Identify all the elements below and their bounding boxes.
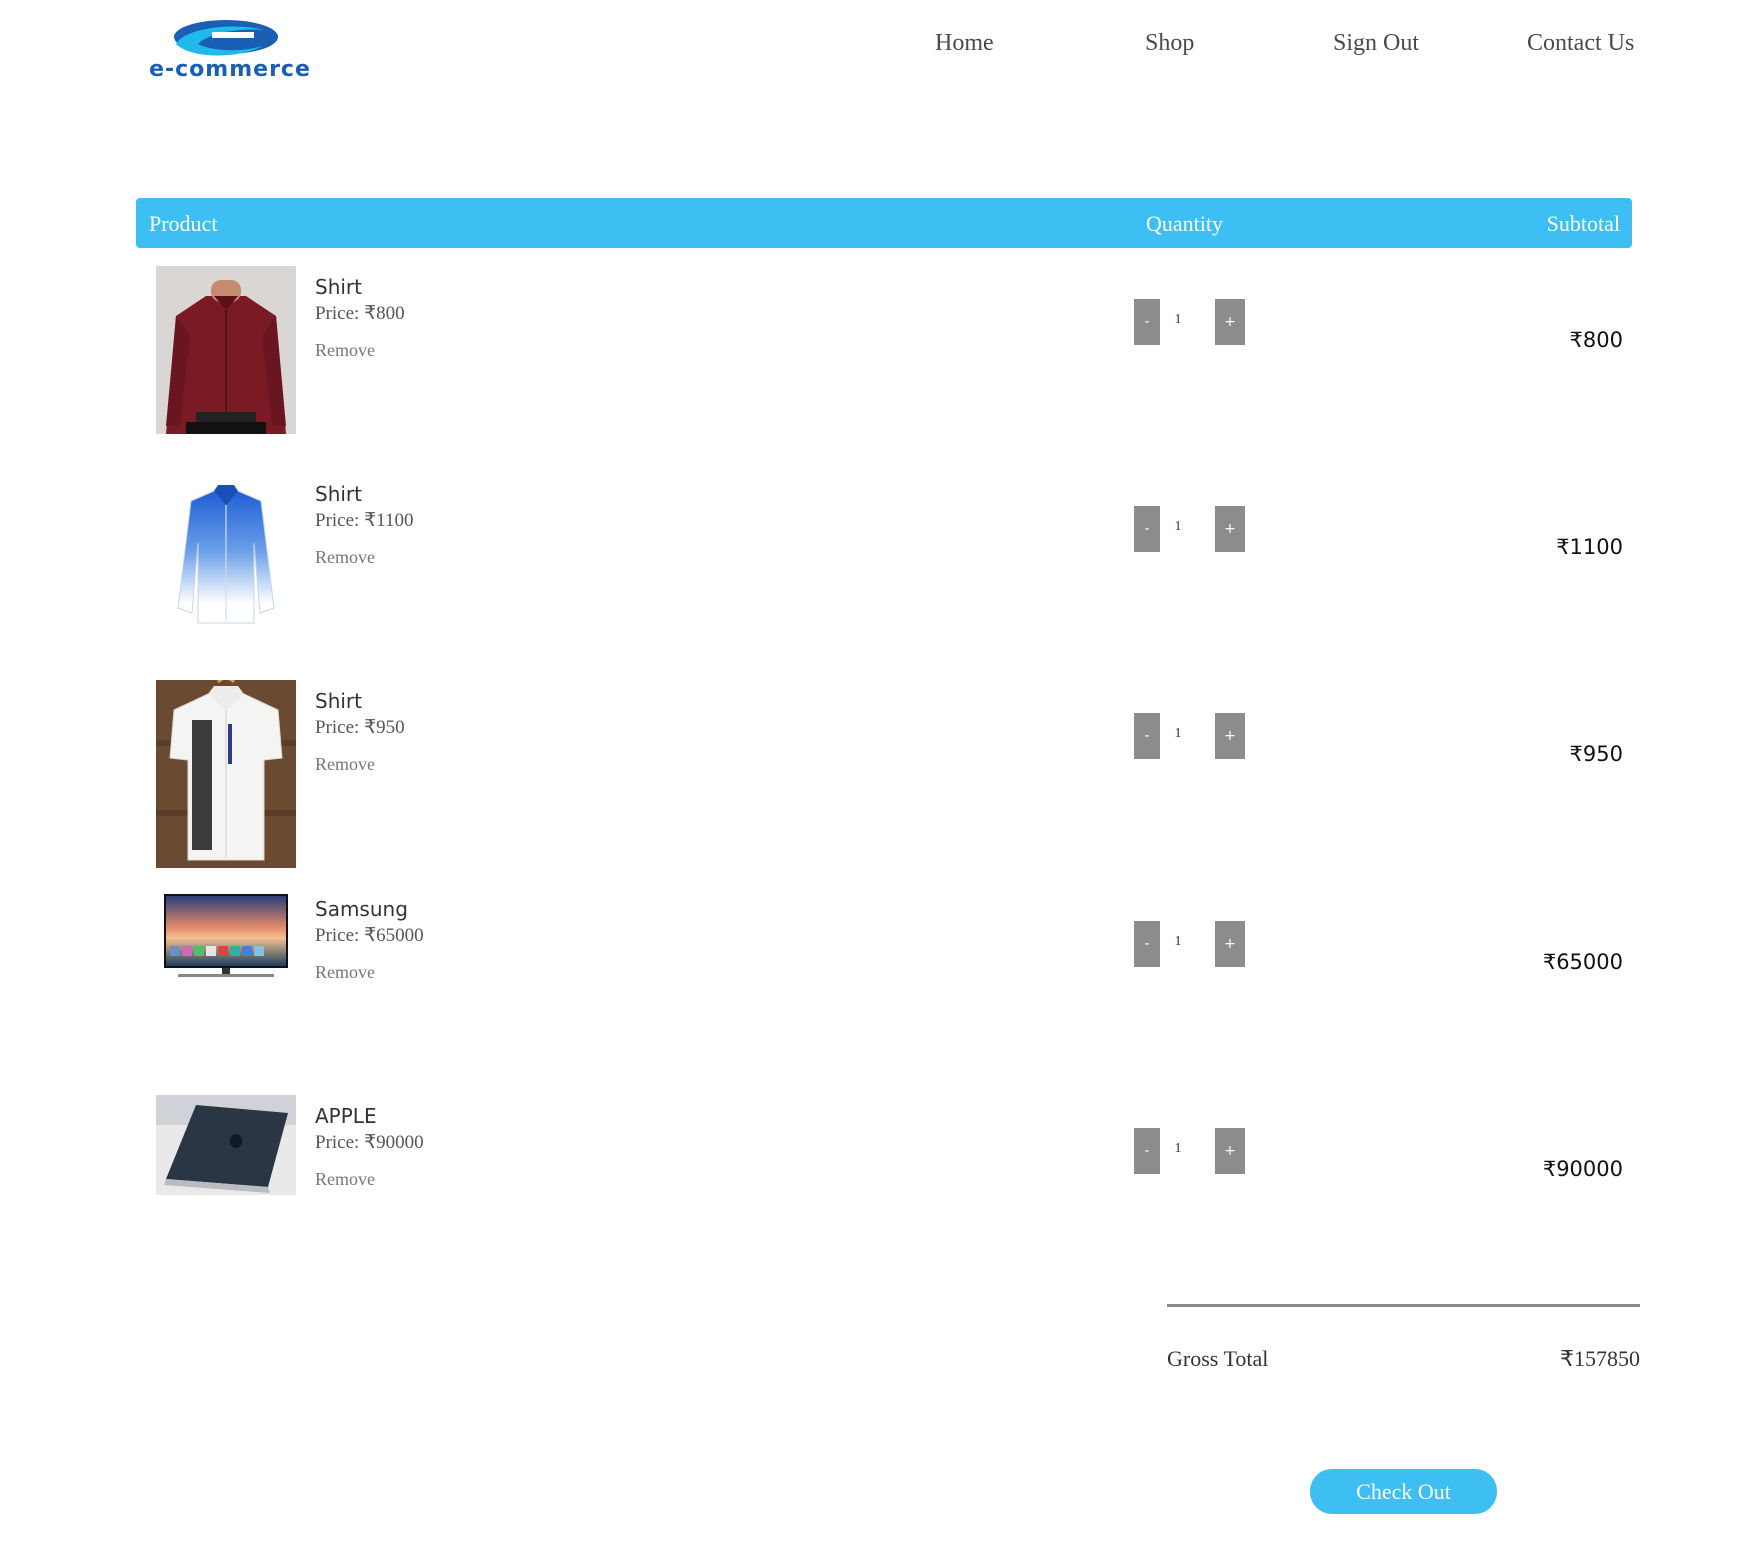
quantity-value: 1	[1174, 312, 1182, 327]
remove-link[interactable]: Remove	[315, 962, 375, 983]
product-price: Price: ₹65000	[315, 925, 424, 946]
decrease-quantity-button[interactable]: -	[1134, 921, 1160, 967]
product-name: Shirt	[315, 275, 362, 299]
increase-quantity-button[interactable]: +	[1215, 299, 1245, 345]
cart-row: APPLE Price: ₹90000 Remove - 1 + ₹90000	[0, 1095, 1755, 1295]
row-subtotal: ₹1100	[1556, 535, 1623, 559]
cart-row: Shirt Price: ₹950 Remove - 1 + ₹950	[0, 680, 1755, 880]
header-product: Product	[149, 211, 218, 236]
product-price: Price: ₹800	[315, 303, 405, 324]
gross-total-value: ₹157850	[1560, 1346, 1640, 1371]
header-subtotal: Subtotal	[1546, 211, 1620, 236]
header-quantity: Quantity	[1146, 211, 1223, 236]
product-price: Price: ₹90000	[315, 1132, 424, 1153]
quantity-value: 1	[1174, 726, 1182, 741]
remove-link[interactable]: Remove	[315, 754, 375, 775]
nav-home[interactable]: Home	[935, 30, 994, 57]
product-price: Price: ₹950	[315, 717, 405, 738]
checkout-button[interactable]: Check Out	[1310, 1469, 1497, 1514]
cart-table-header: Product Quantity Subtotal	[136, 198, 1632, 248]
decrease-quantity-button[interactable]: -	[1134, 1128, 1160, 1174]
cart-page: e-commerce Home Shop Sign Out Contact Us…	[0, 0, 1755, 1561]
total-divider	[1167, 1304, 1640, 1307]
row-subtotal: ₹800	[1569, 328, 1623, 352]
cart-row: Shirt Price: ₹1100 Remove - 1 + ₹1100	[0, 473, 1755, 673]
quantity-value: 1	[1174, 519, 1182, 534]
product-name: Samsung	[315, 897, 408, 921]
nav-contact-us[interactable]: Contact Us	[1527, 30, 1634, 57]
remove-link[interactable]: Remove	[315, 547, 375, 568]
increase-quantity-button[interactable]: +	[1215, 921, 1245, 967]
decrease-quantity-button[interactable]: -	[1134, 299, 1160, 345]
gross-total-label: Gross Total	[1167, 1346, 1269, 1371]
cart-row: Shirt Price: ₹800 Remove - 1 + ₹800	[0, 266, 1755, 466]
row-subtotal: ₹950	[1569, 742, 1623, 766]
row-subtotal: ₹65000	[1542, 950, 1623, 974]
remove-link[interactable]: Remove	[315, 340, 375, 361]
nav-sign-out[interactable]: Sign Out	[1333, 30, 1419, 57]
quantity-value: 1	[1174, 1141, 1182, 1156]
row-subtotal: ₹90000	[1542, 1157, 1623, 1181]
product-name: Shirt	[315, 689, 362, 713]
product-image-television	[156, 888, 296, 988]
increase-quantity-button[interactable]: +	[1215, 506, 1245, 552]
decrease-quantity-button[interactable]: -	[1134, 506, 1160, 552]
product-image-blue-shirt	[156, 473, 296, 641]
product-image-laptop	[156, 1095, 296, 1195]
increase-quantity-button[interactable]: +	[1215, 1128, 1245, 1174]
decrease-quantity-button[interactable]: -	[1134, 713, 1160, 759]
remove-link[interactable]: Remove	[315, 1169, 375, 1190]
main-nav: Home Shop Sign Out Contact Us	[0, 30, 1755, 62]
increase-quantity-button[interactable]: +	[1215, 713, 1245, 759]
product-image-white-printed-shirt	[156, 680, 296, 868]
product-image-maroon-shirt	[156, 266, 296, 434]
quantity-value: 1	[1174, 934, 1182, 949]
product-name: APPLE	[315, 1104, 377, 1128]
nav-shop[interactable]: Shop	[1145, 30, 1194, 57]
cart-row: Samsung Price: ₹65000 Remove - 1 + ₹6500…	[0, 888, 1755, 1088]
product-price: Price: ₹1100	[315, 510, 414, 531]
product-name: Shirt	[315, 482, 362, 506]
